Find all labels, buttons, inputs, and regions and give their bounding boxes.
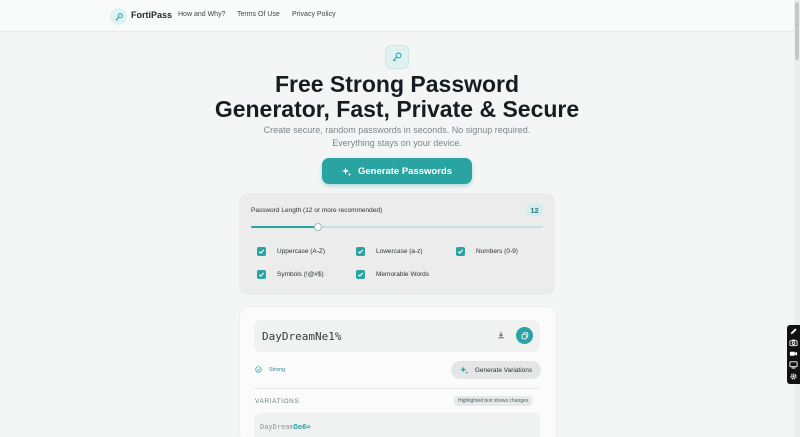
variation-password[interactable]: DayDreamDe6= <box>260 423 311 431</box>
pencil-icon[interactable] <box>789 327 798 336</box>
gear-icon[interactable] <box>789 372 798 381</box>
variation-item[interactable]: DayDreamDe6= <box>254 413 540 437</box>
generate-variations-button[interactable]: Generate Variations <box>451 361 541 379</box>
result-panel: DayDreamNe1% Strong Generate Variations … <box>240 307 556 437</box>
option-numbers-label: Numbers (0-9) <box>476 248 518 255</box>
checkbox-numbers[interactable] <box>456 247 465 256</box>
option-symbols[interactable]: Symbols (!@#$) <box>257 270 324 279</box>
option-lowercase[interactable]: Lowercase (a-z) <box>356 247 423 256</box>
slider-thumb[interactable] <box>314 223 323 231</box>
page-subtitle: Create secure, random passwords in secon… <box>0 124 794 150</box>
key-logo-icon[interactable] <box>110 8 127 25</box>
sparkle-icon <box>459 366 468 374</box>
option-numbers[interactable]: Numbers (0-9) <box>456 247 518 256</box>
scrollbar-thumb[interactable] <box>795 2 799 60</box>
screen-icon[interactable] <box>789 360 798 369</box>
key-icon <box>385 45 409 69</box>
check-icon <box>258 249 265 254</box>
strength-label: Strong <box>269 367 286 373</box>
checkbox-lowercase[interactable] <box>356 247 365 256</box>
copy-button[interactable] <box>516 327 533 344</box>
check-icon <box>357 249 364 254</box>
video-icon[interactable] <box>789 349 798 358</box>
password-length-slider[interactable] <box>251 223 543 231</box>
variation-unchanged-part: DayDream <box>260 423 294 431</box>
divider <box>254 388 540 389</box>
generate-passwords-button[interactable]: Generate Passwords <box>322 158 472 184</box>
generated-password[interactable]: DayDreamNe1% <box>262 330 341 343</box>
variation-changed-part: De6= <box>293 423 311 431</box>
title-line-1: Free Strong Password <box>274 71 520 97</box>
download-icon[interactable] <box>497 331 505 339</box>
variations-heading: VARIATIONS <box>255 398 300 405</box>
option-lowercase-label: Lowercase (a-z) <box>376 248 423 255</box>
brand-name[interactable]: FortiPass <box>131 10 172 20</box>
option-memorable-words[interactable]: Memorable Words <box>356 270 429 279</box>
nav-terms-of-use[interactable]: Terms Of Use <box>237 11 280 18</box>
option-uppercase-label: Uppercase (A-Z) <box>277 248 326 255</box>
generate-variations-label: Generate Variations <box>474 366 533 374</box>
title-line-2: Generator, Fast, Private & Secure <box>214 96 580 122</box>
check-circle-icon <box>255 366 262 373</box>
subtitle-line-2: Everything stays on your device. <box>332 138 462 148</box>
nav-privacy-policy[interactable]: Privacy Policy <box>292 11 336 18</box>
checkbox-uppercase[interactable] <box>257 247 266 256</box>
check-icon <box>457 249 464 254</box>
option-symbols-label: Symbols (!@#$) <box>277 271 324 278</box>
subtitle-line-1: Create secure, random passwords in secon… <box>263 125 531 135</box>
nav-how-and-why[interactable]: How and Why? <box>178 11 225 18</box>
generate-passwords-label: Generate Passwords <box>358 165 452 177</box>
checkbox-memorable-words[interactable] <box>356 270 365 279</box>
checkbox-symbols[interactable] <box>257 270 266 279</box>
copy-icon <box>521 331 528 339</box>
check-icon <box>258 272 265 277</box>
side-toolbar <box>787 325 800 384</box>
top-header: FortiPass How and Why? Terms Of Use Priv… <box>0 0 800 32</box>
password-output[interactable]: DayDreamNe1% <box>254 320 540 352</box>
sparkle-icon <box>342 166 351 176</box>
option-uppercase[interactable]: Uppercase (A-Z) <box>257 247 325 256</box>
camera-icon[interactable] <box>789 338 798 347</box>
option-memorable-words-label: Memorable Words <box>376 271 429 278</box>
password-length-value: 12 <box>526 204 543 216</box>
page-title: Free Strong Password Generator, Fast, Pr… <box>0 72 794 122</box>
settings-panel: Password Length (12 or more recommended)… <box>239 193 555 295</box>
variations-hint-badge: Highlighted text shows changes <box>454 396 533 406</box>
check-icon <box>357 272 364 277</box>
password-length-label: Password Length (12 or more recommended) <box>251 207 383 214</box>
slider-fill <box>251 226 319 228</box>
